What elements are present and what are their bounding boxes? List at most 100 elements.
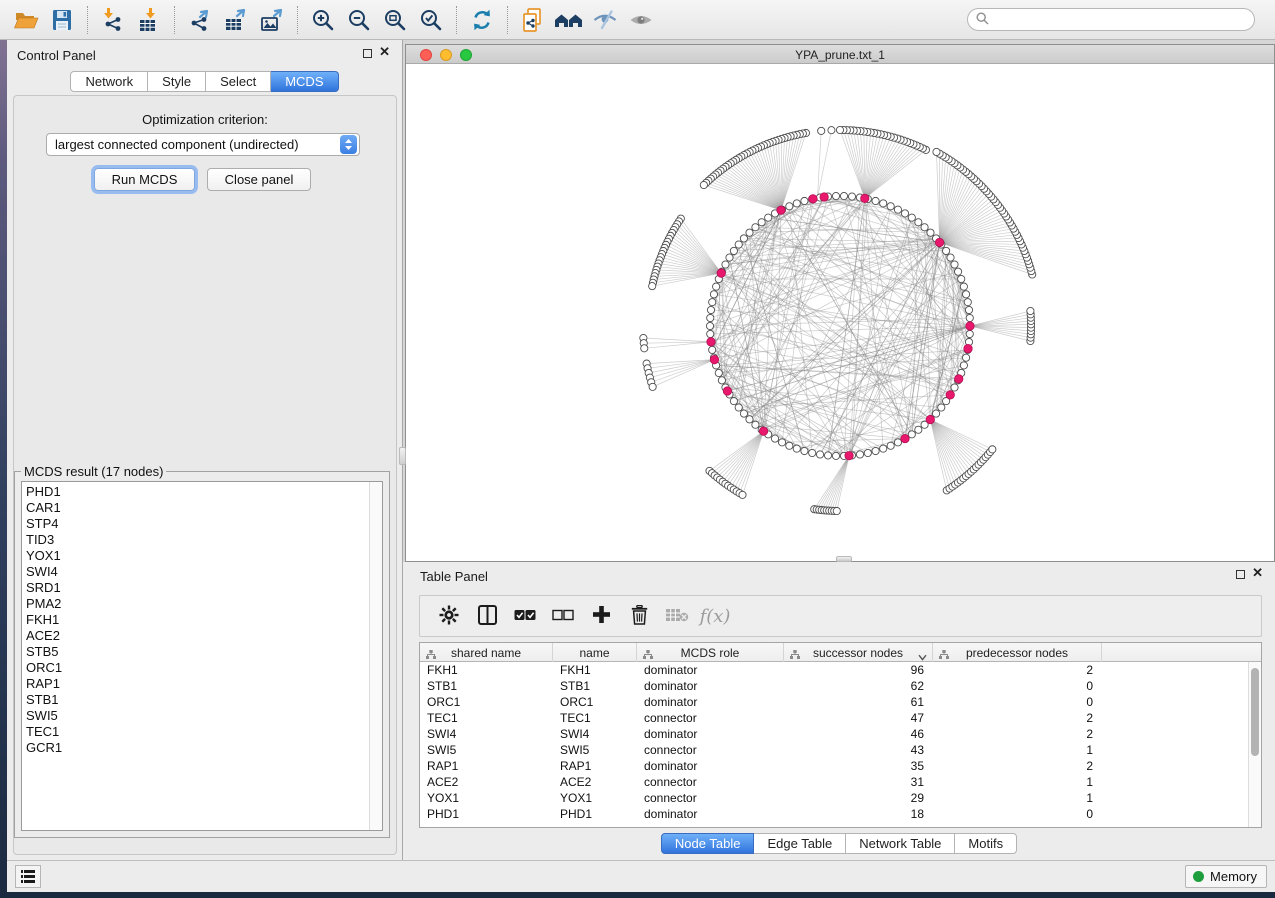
- zoom-in-button[interactable]: [305, 4, 341, 36]
- cell-predecessor-nodes: 1: [933, 790, 1102, 806]
- mcds-result-item[interactable]: STB5: [22, 644, 369, 660]
- table-row[interactable]: ACE2ACE2connector311: [420, 774, 1248, 790]
- toolbar-separator: [174, 6, 175, 34]
- mcds-result-item[interactable]: RAP1: [22, 676, 369, 692]
- cell-MCDS-role: dominator: [637, 678, 784, 694]
- zoom-out-button[interactable]: [341, 4, 377, 36]
- mcds-list-scrollbar[interactable]: [369, 482, 382, 830]
- search-field[interactable]: [967, 8, 1255, 31]
- export-table-button[interactable]: [218, 4, 254, 36]
- run-mcds-button[interactable]: Run MCDS: [94, 168, 195, 191]
- hide-selected-button[interactable]: [587, 4, 623, 36]
- duplicate-network-button[interactable]: [515, 4, 551, 36]
- optimization-criterion-dropdown[interactable]: largest connected component (undirected): [46, 133, 360, 156]
- mcds-result-item[interactable]: CAR1: [22, 500, 369, 516]
- table-settings-button[interactable]: [430, 599, 468, 633]
- table-row[interactable]: ORC1ORC1dominator610: [420, 694, 1248, 710]
- zoom-selected-button[interactable]: [413, 4, 449, 36]
- column-header-name[interactable]: name: [553, 643, 637, 662]
- delete-column-button[interactable]: [620, 599, 658, 633]
- table-row[interactable]: YOX1YOX1connector291: [420, 790, 1248, 806]
- create-column-button[interactable]: [582, 599, 620, 633]
- column-header-shared-name[interactable]: shared name: [420, 643, 553, 662]
- select-all-button[interactable]: [506, 599, 544, 633]
- mcds-result-item[interactable]: YOX1: [22, 548, 369, 564]
- table-row[interactable]: FKH1FKH1dominator962: [420, 662, 1248, 678]
- tab-mcds[interactable]: MCDS: [271, 71, 338, 92]
- export-image-button[interactable]: [254, 4, 290, 36]
- columns-icon: [478, 605, 497, 628]
- cell-MCDS-role: connector: [637, 774, 784, 790]
- deselect-all-button[interactable]: [544, 599, 582, 633]
- import-network-button[interactable]: [95, 4, 131, 36]
- tab-motifs[interactable]: Motifs: [955, 833, 1017, 854]
- delete-table-button-disabled[interactable]: [658, 599, 696, 633]
- tab-edge-table[interactable]: Edge Table: [754, 833, 846, 854]
- network-window-titlebar[interactable]: YPA_prune.txt_1: [406, 45, 1274, 64]
- mcds-result-item[interactable]: STB1: [22, 692, 369, 708]
- mcds-result-item[interactable]: ACE2: [22, 628, 369, 644]
- mcds-result-item[interactable]: TEC1: [22, 724, 369, 740]
- show-columns-button[interactable]: [468, 599, 506, 633]
- save-session-button[interactable]: [44, 4, 80, 36]
- vertical-splitter-grip[interactable]: [399, 447, 406, 465]
- mcds-result-item[interactable]: TID3: [22, 532, 369, 548]
- import-table-button[interactable]: [131, 4, 167, 36]
- mcds-result-item[interactable]: SRD1: [22, 580, 369, 596]
- cell-predecessor-nodes: 1: [933, 742, 1102, 758]
- table-scrollbar-thumb[interactable]: [1251, 668, 1259, 756]
- mcds-result-item[interactable]: SWI5: [22, 708, 369, 724]
- network-canvas[interactable]: [406, 64, 1274, 561]
- table-row[interactable]: SWI5SWI5connector431: [420, 742, 1248, 758]
- table-row[interactable]: STB1STB1dominator620: [420, 678, 1248, 694]
- search-input[interactable]: [994, 13, 1246, 27]
- mcds-result-item[interactable]: STP4: [22, 516, 369, 532]
- memory-label: Memory: [1210, 869, 1257, 884]
- memory-button[interactable]: Memory: [1185, 865, 1267, 888]
- mcds-result-item[interactable]: GCR1: [22, 740, 369, 756]
- horizontal-splitter-grip[interactable]: [836, 556, 852, 562]
- column-header-predecessor-nodes[interactable]: predecessor nodes: [933, 643, 1102, 662]
- mcds-result-item[interactable]: PHD1: [22, 484, 369, 500]
- show-all-button[interactable]: [623, 4, 659, 36]
- mcds-result-item[interactable]: PMA2: [22, 596, 369, 612]
- tab-select[interactable]: Select: [206, 71, 271, 92]
- refresh-button[interactable]: [464, 4, 500, 36]
- tab-style[interactable]: Style: [148, 71, 206, 92]
- export-network-button[interactable]: [182, 4, 218, 36]
- mcds-result-item[interactable]: ORC1: [22, 660, 369, 676]
- status-bar: Memory: [7, 860, 1275, 892]
- table-row[interactable]: PHD1PHD1dominator180: [420, 806, 1248, 822]
- main-toolbar: [0, 0, 1275, 40]
- float-table-panel-icon[interactable]: [1236, 570, 1245, 579]
- cell-shared-name: TEC1: [420, 710, 553, 726]
- table-row[interactable]: RAP1RAP1dominator352: [420, 758, 1248, 774]
- home-networks-button[interactable]: [551, 4, 587, 36]
- column-header-successor-nodes[interactable]: successor nodes: [784, 643, 933, 662]
- zoom-fit-button[interactable]: [377, 4, 413, 36]
- table-row[interactable]: SWI4SWI4dominator462: [420, 726, 1248, 742]
- mcds-result-item[interactable]: SWI4: [22, 564, 369, 580]
- tab-network[interactable]: Network: [70, 71, 148, 92]
- close-panel-icon[interactable]: ✕: [379, 45, 390, 59]
- node-table: shared namenameMCDS rolesuccessor nodesp…: [419, 642, 1262, 828]
- tab-node-table[interactable]: Node Table: [661, 833, 755, 854]
- table-row[interactable]: TEC1TEC1connector472: [420, 710, 1248, 726]
- close-panel-button[interactable]: Close panel: [207, 168, 311, 191]
- tab-network-table[interactable]: Network Table: [846, 833, 955, 854]
- cell-successor-nodes: 46: [784, 726, 933, 742]
- close-table-panel-icon[interactable]: ✕: [1252, 566, 1263, 580]
- mcds-result-title: MCDS result (17 nodes): [21, 464, 166, 479]
- node-table-header: shared namenameMCDS rolesuccessor nodesp…: [420, 643, 1261, 662]
- column-header-MCDS-role[interactable]: MCDS role: [637, 643, 784, 662]
- search-icon: [976, 12, 989, 28]
- open-session-button[interactable]: [8, 4, 44, 36]
- node-table-body: FKH1FKH1dominator962STB1STB1dominator620…: [420, 662, 1248, 827]
- cell-predecessor-nodes: 0: [933, 678, 1102, 694]
- function-builder-button-disabled[interactable]: f(x): [696, 599, 734, 633]
- float-window-icon[interactable]: [363, 49, 372, 58]
- show-panels-button[interactable]: [15, 865, 41, 888]
- table-scrollbar[interactable]: [1248, 662, 1261, 827]
- cell-name: FKH1: [553, 662, 637, 678]
- mcds-result-item[interactable]: FKH1: [22, 612, 369, 628]
